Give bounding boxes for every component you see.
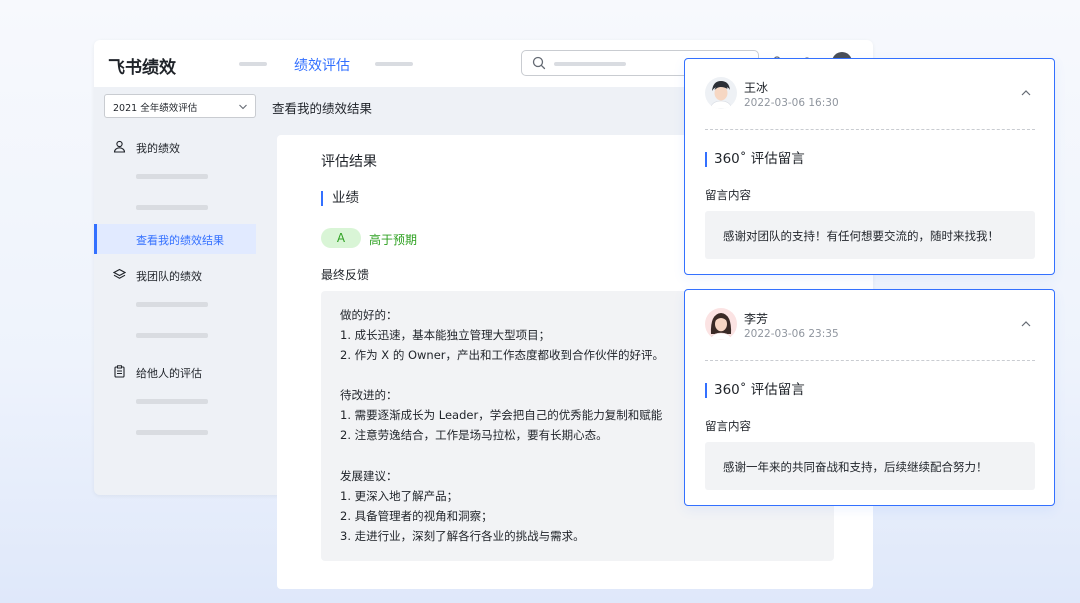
grade-description: 高于预期 <box>369 233 418 247</box>
comment-section-title: 360˚ 评估留言 <box>705 383 805 398</box>
comment-section-title: 360˚ 评估留言 <box>705 152 805 167</box>
commenter-name: 李芳 <box>744 312 769 326</box>
commenter-name: 王冰 <box>744 81 769 95</box>
layers-icon <box>113 268 126 279</box>
sidebar-item-view-my-results[interactable]: 查看我的绩效结果 <box>94 224 256 254</box>
comment-label: 留言内容 <box>705 419 751 433</box>
section-title-performance: 业绩 <box>321 191 359 206</box>
comment-message-box: 感谢一年来的共同奋战和支持，后续继续配合努力！ <box>705 442 1035 490</box>
period-select-value: 2021 全年绩效评估 <box>113 103 198 114</box>
sidebar-item-label: 查看我的绩效结果 <box>136 234 224 247</box>
user-icon <box>113 140 126 153</box>
feedback-line: 1. 更深入地了解产品； <box>340 489 459 503</box>
comment-card: 李芳 2022-03-06 23:35 360˚ 评估留言 留言内容 感谢一年来… <box>684 289 1055 506</box>
feedback-line: 1. 需要逐渐成长为 Leader，学会把自己的优秀能力复制和赋能 <box>340 408 663 422</box>
sidebar-item-placeholder[interactable] <box>136 205 208 210</box>
divider <box>705 129 1035 130</box>
sidebar-group-label: 给他人的评估 <box>136 367 202 380</box>
page-title: 查看我的绩效结果 <box>272 101 373 116</box>
divider <box>705 360 1035 361</box>
person-avatar-icon <box>705 77 737 109</box>
grade-badge: A <box>321 228 361 248</box>
brand-title: 飞书绩效 <box>108 58 176 78</box>
person-avatar-icon <box>705 308 737 340</box>
avatar <box>705 308 737 340</box>
comment-card: 王冰 2022-03-06 16:30 360˚ 评估留言 留言内容 感谢对团队… <box>684 58 1055 275</box>
feedback-line: 2. 作为 X 的 Owner，产出和工作态度都收到合作伙伴的好评。 <box>340 348 665 362</box>
sidebar-group-team-performance[interactable]: 我团队的绩效 <box>94 265 264 285</box>
sidebar-group-label: 我的绩效 <box>136 142 180 155</box>
comment-timestamp: 2022-03-06 16:30 <box>744 97 839 109</box>
nav-item-performance-review[interactable]: 绩效评估 <box>294 55 350 75</box>
search-placeholder <box>554 62 626 66</box>
comment-message-box: 感谢对团队的支持！有任何想要交流的，随时来找我！ <box>705 211 1035 259</box>
sidebar-item-placeholder[interactable] <box>136 174 208 179</box>
sidebar-item-placeholder[interactable] <box>136 302 208 307</box>
comment-message: 感谢一年来的共同奋战和支持，后续继续配合努力！ <box>723 460 988 474</box>
nav-item-placeholder[interactable] <box>239 62 267 66</box>
comment-message: 感谢对团队的支持！有任何想要交流的，随时来找我！ <box>723 229 999 243</box>
chevron-up-icon[interactable] <box>1020 318 1032 330</box>
feedback-line: 发展建议： <box>340 469 398 483</box>
feedback-line: 1. 成长迅速，基本能独立管理大型项目； <box>340 328 551 342</box>
chevron-up-icon[interactable] <box>1020 87 1032 99</box>
nav-item-placeholder[interactable] <box>375 62 413 66</box>
comment-timestamp: 2022-03-06 23:35 <box>744 328 839 340</box>
sidebar-item-placeholder[interactable] <box>136 333 208 338</box>
sidebar: 2021 全年绩效评估 我的绩效 查看我的绩效结果 我团队的绩效 给他人的评估 <box>94 87 264 495</box>
search-icon <box>532 56 546 70</box>
sidebar-item-placeholder[interactable] <box>136 399 208 404</box>
feedback-line: 2. 注意劳逸结合，工作是场马拉松，要有长期心态。 <box>340 428 608 442</box>
feedback-line: 做的好的： <box>340 308 398 322</box>
sidebar-group-label: 我团队的绩效 <box>136 270 202 283</box>
feedback-line: 待改进的： <box>340 388 398 402</box>
result-title: 评估结果 <box>321 154 377 170</box>
feedback-line: 2. 具备管理者的视角和洞察； <box>340 509 493 523</box>
feedback-title: 最终反馈 <box>321 268 370 282</box>
sidebar-item-placeholder[interactable] <box>136 430 208 435</box>
feedback-line: 3. 走进行业，深刻了解各行各业的挑战与需求。 <box>340 529 585 543</box>
period-select[interactable]: 2021 全年绩效评估 <box>104 94 256 118</box>
sidebar-group-my-performance[interactable]: 我的绩效 <box>94 137 264 157</box>
avatar <box>705 77 737 109</box>
sidebar-group-review-others[interactable]: 给他人的评估 <box>94 362 264 382</box>
clipboard-icon <box>114 365 125 378</box>
chevron-down-icon <box>239 104 247 110</box>
comment-label: 留言内容 <box>705 188 751 202</box>
